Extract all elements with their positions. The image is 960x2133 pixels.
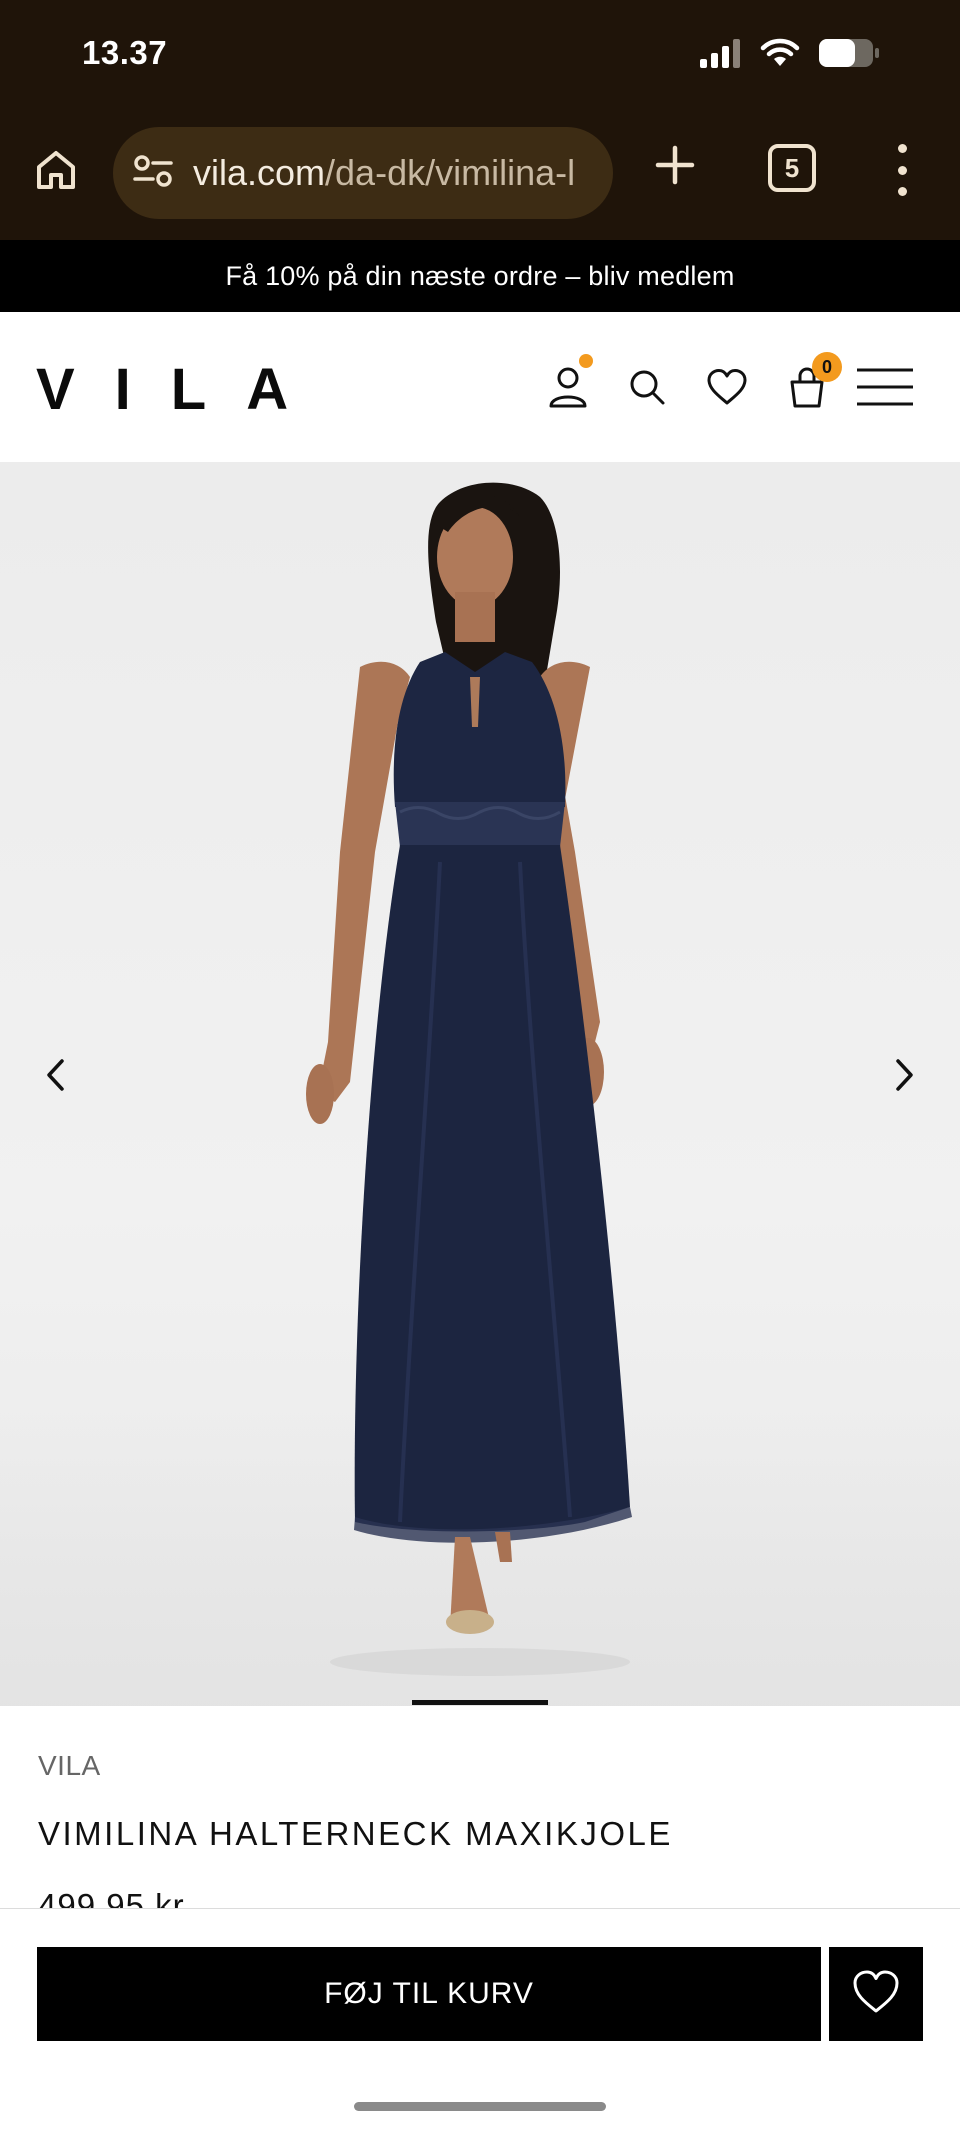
promo-text: Få 10% på din næste ordre – bliv medlem — [225, 260, 735, 291]
product-image-dress — [306, 482, 632, 1676]
status-time: 13.37 — [82, 34, 168, 71]
url-host: vila.com — [193, 152, 326, 193]
home-button[interactable] — [28, 144, 84, 200]
account-notification-dot — [579, 354, 593, 368]
product-price: 499,95 kr. — [38, 1887, 193, 1908]
browser-toolbar: vila.com/da-dk/vimilina-l 5 — [0, 120, 960, 240]
cart-count-badge: 0 — [812, 352, 842, 382]
wifi-icon — [760, 38, 800, 73]
gallery-prev-button[interactable] — [30, 1042, 80, 1112]
battery-icon — [818, 38, 880, 73]
product-gallery[interactable] — [0, 462, 960, 1706]
search-icon[interactable] — [624, 364, 670, 410]
sticky-purchase-bar: FØJ TIL KURV — [0, 1908, 960, 2133]
signal-icon — [700, 38, 742, 73]
address-bar[interactable]: vila.com/da-dk/vimilina-l — [113, 127, 613, 219]
url-path: /da-dk/vimilina-l — [325, 152, 576, 193]
home-icon — [34, 148, 78, 197]
gallery-slide-indicator — [412, 1700, 548, 1705]
new-tab-button[interactable] — [650, 142, 700, 192]
tab-count: 5 — [784, 152, 800, 183]
plus-icon — [655, 145, 695, 190]
more-icon[interactable] — [892, 144, 912, 196]
chevron-left-icon — [44, 1058, 66, 1097]
site-settings-icon[interactable] — [133, 154, 173, 193]
menu-icon[interactable] — [856, 364, 914, 410]
url-text: vila.com/da-dk/vimilina-l — [193, 152, 575, 194]
home-indicator[interactable] — [354, 2102, 606, 2111]
product-brand[interactable]: VILA — [38, 1750, 101, 1782]
gallery-next-button[interactable] — [880, 1042, 930, 1112]
chevron-right-icon — [894, 1058, 916, 1097]
site-header: VILA 0 — [0, 312, 960, 462]
account-icon[interactable] — [545, 354, 593, 410]
add-to-cart-button[interactable]: FØJ TIL KURV — [37, 1947, 821, 2041]
logo[interactable]: VILA — [36, 356, 328, 423]
status-bar: 13.37 — [0, 0, 960, 110]
bag-icon[interactable]: 0 — [784, 352, 842, 410]
tabs-icon[interactable]: 5 — [768, 144, 816, 192]
product-title: VIMILINA HALTERNECK MAXIKJOLE — [38, 1815, 673, 1852]
heart-icon — [852, 1970, 900, 2019]
add-to-wishlist-button[interactable] — [829, 1947, 923, 2041]
browser-chrome: 13.37 vila.com/da-dk/vimilina-l 5 — [0, 0, 960, 240]
add-to-cart-label: FØJ TIL KURV — [324, 1977, 534, 2010]
wishlist-icon[interactable] — [704, 364, 750, 410]
promo-banner[interactable]: Få 10% på din næste ordre – bliv medlem — [0, 240, 960, 312]
status-icons — [700, 38, 880, 73]
